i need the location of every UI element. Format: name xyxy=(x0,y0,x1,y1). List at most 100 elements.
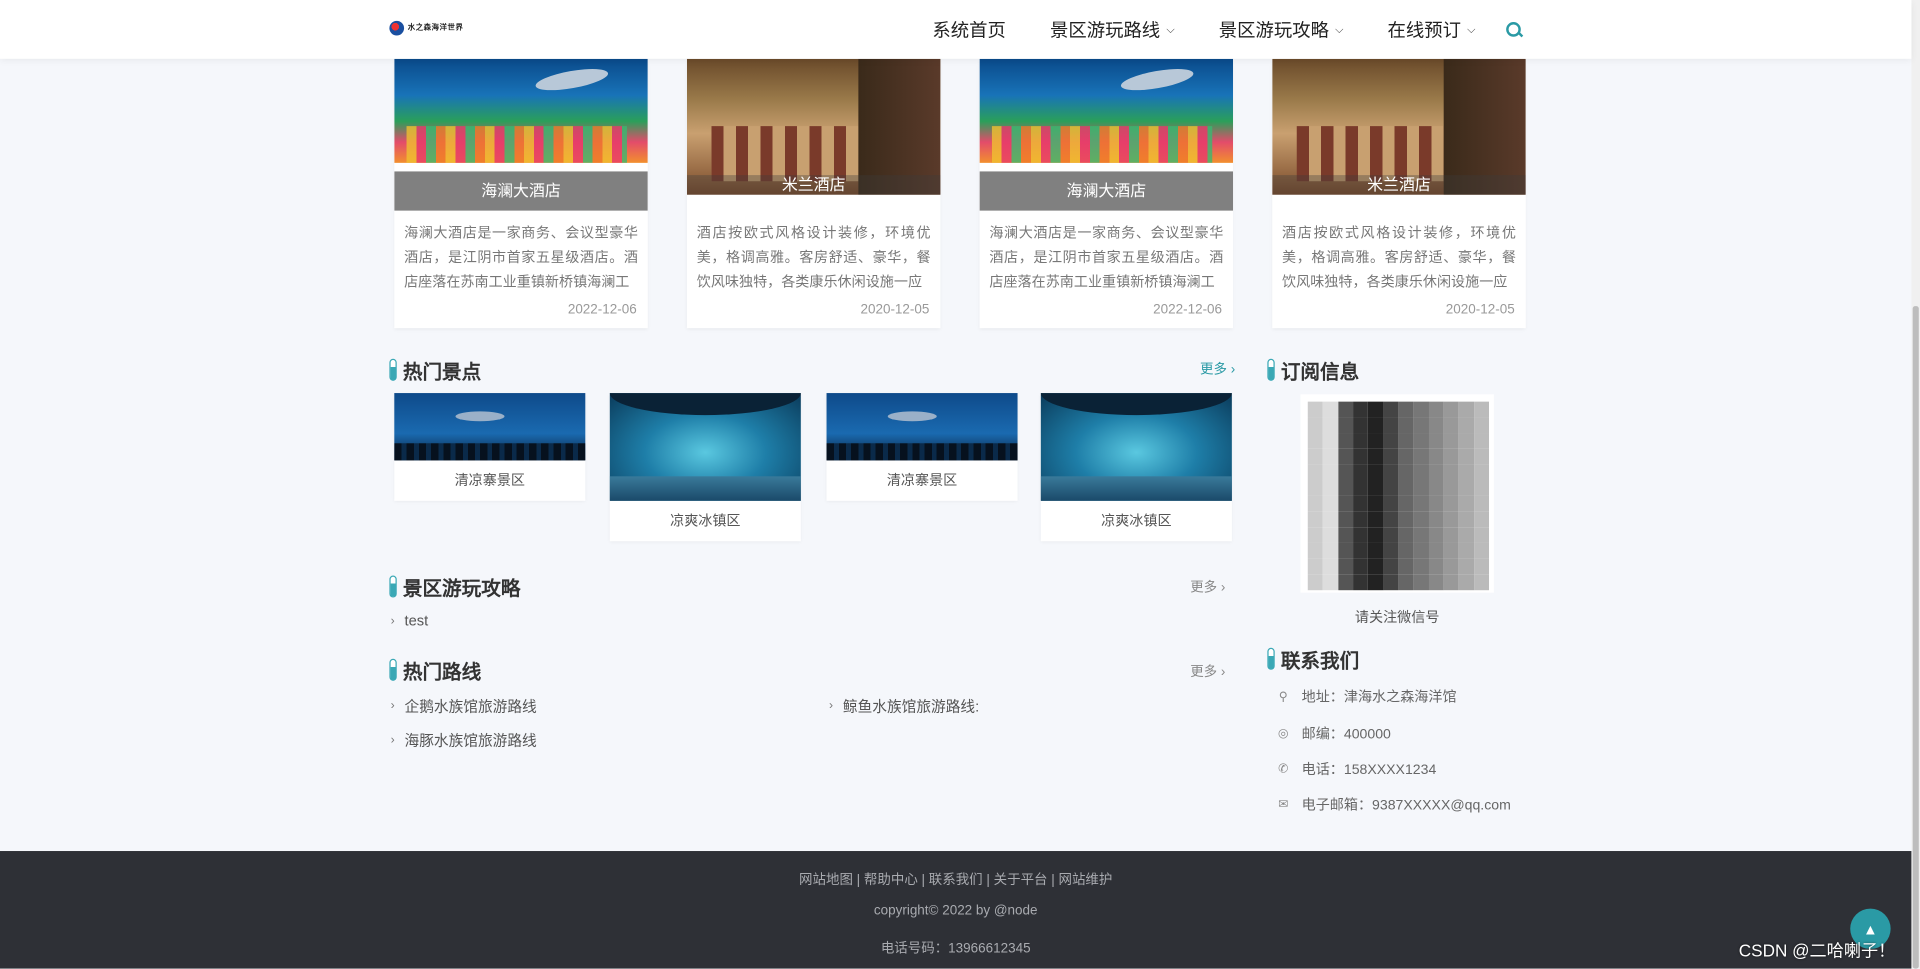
phone-icon: ✆ xyxy=(1278,762,1289,776)
qr-cell xyxy=(1398,448,1414,465)
qr-cell xyxy=(1322,480,1338,496)
qr-cell xyxy=(1428,448,1444,465)
nav-item-guides[interactable]: 景区游玩攻略 ⌵ xyxy=(1219,17,1344,43)
qr-cell xyxy=(1428,495,1444,512)
qr-cell xyxy=(1307,401,1323,418)
chevron-right-icon: › xyxy=(390,699,395,713)
hotel-card[interactable]: 海澜大酒店 海澜大酒店是一家商务、会议型豪华酒店，是江阴市首家五星级酒店。酒店座… xyxy=(979,58,1234,329)
qr-cell xyxy=(1353,433,1369,449)
spot-card[interactable]: 清凉寨景区 xyxy=(394,393,586,501)
qr-cell xyxy=(1353,543,1369,559)
spot-label: 凉爽冰镇区 xyxy=(670,514,741,529)
qr-cell xyxy=(1428,558,1444,575)
qr-cell xyxy=(1368,464,1384,481)
spot-image xyxy=(394,393,586,461)
footer-phone: 电话号码：13966612345 xyxy=(880,941,1031,957)
qr-cell xyxy=(1413,558,1429,575)
vertical-scrollbar[interactable] xyxy=(1911,0,1920,969)
qr-cell xyxy=(1398,574,1414,591)
qr-cell xyxy=(1398,480,1414,496)
site-logo[interactable]: 水之森海洋世界 xyxy=(384,0,485,57)
qr-cell xyxy=(1337,464,1354,481)
chevron-down-icon: ⌵ xyxy=(1467,22,1476,35)
qr-cell xyxy=(1307,480,1323,496)
qr-cell xyxy=(1383,401,1399,418)
qr-cell xyxy=(1368,511,1384,528)
chevron-down-icon: ⌵ xyxy=(1335,22,1344,35)
nav-item-booking[interactable]: 在线预订 ⌵ xyxy=(1388,17,1476,43)
list-item[interactable]: › test xyxy=(391,612,429,629)
qr-cell xyxy=(1473,448,1489,465)
scrollbar-thumb[interactable] xyxy=(1912,306,1919,969)
more-link[interactable]: 更多 › xyxy=(1190,661,1225,681)
list-item-label: test xyxy=(404,612,429,630)
spot-label: 凉爽冰镇区 xyxy=(1101,514,1172,529)
list-item-label: 海豚水族馆旅游路线 xyxy=(404,732,537,750)
qr-cell xyxy=(1443,574,1459,591)
spot-card[interactable]: 清凉寨景区 xyxy=(826,393,1018,501)
qr-cell xyxy=(1322,543,1338,559)
qr-cell xyxy=(1307,495,1323,512)
list-item[interactable]: › 企鹅水族馆旅游路线 xyxy=(391,696,537,717)
more-link[interactable]: 更多 › xyxy=(1200,359,1235,379)
section-title: 景区游玩攻略 xyxy=(402,579,521,601)
footer-links[interactable]: 网站地图 | 帮助中心 | 联系我们 | 关于平台 | 网站维护 xyxy=(0,869,1911,889)
qr-cell xyxy=(1428,433,1444,449)
hotel-title[interactable]: 海澜大酒店 xyxy=(979,171,1234,211)
qr-cell xyxy=(1398,527,1414,544)
watermark: CSDN @二哈喇子！ xyxy=(1738,940,1896,961)
list-item-label: 企鹅水族馆旅游路线 xyxy=(404,697,537,716)
qr-cell xyxy=(1368,543,1384,559)
qr-cell xyxy=(1337,480,1354,496)
qr-cell xyxy=(1368,433,1384,449)
qr-cell xyxy=(1413,495,1429,512)
qr-cell xyxy=(1353,574,1369,591)
qr-cell xyxy=(1353,480,1369,496)
spot-card[interactable]: 凉爽冰镇区 xyxy=(609,393,801,542)
section-header-guides: 景区游玩攻略 xyxy=(389,572,520,601)
qr-cell xyxy=(1413,464,1429,481)
search-icon[interactable] xyxy=(1505,21,1522,38)
section-marker-icon xyxy=(1267,647,1275,670)
qr-cell xyxy=(1413,433,1429,449)
list-item[interactable]: › 海豚水族馆旅游路线 xyxy=(391,730,537,751)
hotel-card[interactable]: 米兰酒店 酒店按欧式风格设计装修，环境优美，格调高雅。客房舒适、豪华，餐饮风味独… xyxy=(686,58,941,329)
hotel-title[interactable]: 米兰酒店 xyxy=(686,175,941,195)
nav-item-home[interactable]: 系统首页 xyxy=(932,17,1005,43)
qr-cell xyxy=(1337,401,1354,418)
qr-cell xyxy=(1398,401,1414,418)
qr-cell xyxy=(1473,480,1489,496)
qr-cell xyxy=(1353,511,1369,528)
spot-label: 清凉寨景区 xyxy=(454,473,526,489)
contact-text: 邮编：400000 xyxy=(1301,727,1391,743)
qr-cell xyxy=(1458,464,1474,481)
qr-cell xyxy=(1398,433,1414,449)
qr-cell xyxy=(1307,464,1323,481)
hotel-card[interactable]: 米兰酒店 酒店按欧式风格设计装修，环境优美，格调高雅。客房舒适、豪华，餐饮风味独… xyxy=(1272,58,1526,329)
more-link[interactable]: 更多 › xyxy=(1190,577,1225,597)
qr-cell xyxy=(1383,574,1399,591)
hotel-card[interactable]: 海澜大酒店 海澜大酒店是一家商务、会议型豪华酒店，是江阴市首家五星级酒店。酒店座… xyxy=(394,58,648,329)
qr-cell xyxy=(1458,448,1474,465)
qr-cell xyxy=(1353,417,1369,434)
qr-cell xyxy=(1443,558,1459,575)
hotel-title[interactable]: 海澜大酒店 xyxy=(394,171,648,211)
hotel-date: 2022-12-06 xyxy=(1153,302,1223,318)
qr-cell xyxy=(1428,480,1444,496)
postcode-icon: ◎ xyxy=(1277,726,1289,741)
chevron-right-icon: › xyxy=(390,614,395,628)
qr-cell xyxy=(1337,543,1354,559)
contact-address: ⚲ 地址：津海水之森海洋馆 xyxy=(1277,687,1457,707)
qr-cell xyxy=(1368,574,1384,591)
qr-cell xyxy=(1398,495,1414,512)
spot-card[interactable]: 凉爽冰镇区 xyxy=(1040,393,1232,542)
list-item[interactable]: › 鲸鱼水族馆旅游路线: xyxy=(829,696,979,717)
spot-image xyxy=(826,393,1018,461)
nav-item-routes[interactable]: 景区游玩路线 ⌵ xyxy=(1050,17,1175,43)
section-header-subscribe: 订阅信息 xyxy=(1267,355,1359,384)
qr-cell xyxy=(1368,401,1384,418)
hotel-title[interactable]: 米兰酒店 xyxy=(1272,175,1526,195)
location-icon: ⚲ xyxy=(1278,690,1288,704)
qr-cell xyxy=(1307,543,1323,559)
qr-cell xyxy=(1443,401,1459,418)
